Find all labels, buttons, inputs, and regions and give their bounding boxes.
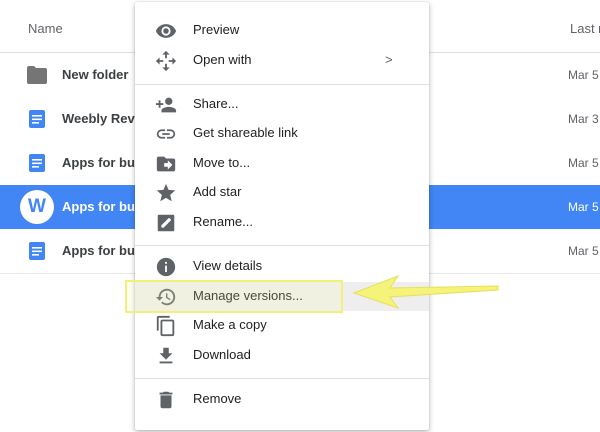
file-modified: Mar 3 (568, 112, 599, 126)
trash-icon (155, 389, 177, 411)
menu-item-label: Make a copy (193, 317, 267, 332)
menu-item-add-star[interactable]: Add star (135, 178, 429, 207)
folder-move-icon (155, 153, 177, 175)
link-icon (155, 123, 177, 145)
file-modified: Mar 5 (568, 200, 599, 214)
doc-icon (29, 154, 45, 177)
file-modified: Mar 5 (568, 156, 599, 170)
file-modified: Mar 5 (568, 68, 599, 82)
context-menu: Preview Open with > Share... Get shareab… (135, 2, 429, 430)
menu-item-label: Remove (193, 391, 242, 406)
menu-item-label: Download (193, 347, 251, 362)
move-arrows-icon (155, 50, 177, 72)
doc-icon (29, 110, 45, 133)
menu-item-label: Preview (193, 22, 240, 37)
edit-icon (155, 212, 177, 234)
menu-item-open-with[interactable]: Open with > (135, 46, 429, 75)
person-add-icon (155, 94, 177, 116)
menu-item-get-link[interactable]: Get shareable link (135, 119, 429, 148)
menu-item-label: Get shareable link (193, 125, 298, 140)
menu-item-download[interactable]: Download (135, 341, 429, 370)
menu-divider (135, 378, 429, 379)
file-name: Apps for busi (62, 243, 146, 258)
name-column-header[interactable]: Name (28, 21, 63, 36)
file-name: New folder (62, 67, 129, 82)
menu-divider (135, 245, 429, 246)
doc-icon (29, 242, 45, 265)
menu-item-make-copy[interactable]: Make a copy (135, 311, 429, 340)
menu-item-preview[interactable]: Preview (135, 16, 429, 45)
menu-item-move-to[interactable]: Move to... (135, 149, 429, 178)
menu-item-remove[interactable]: Remove (135, 385, 429, 414)
file-modified: Mar 5 (568, 244, 599, 258)
menu-item-rename[interactable]: Rename... (135, 208, 429, 237)
last-modified-column-header[interactable]: Last m (570, 21, 600, 36)
eye-icon (155, 20, 177, 42)
copy-icon (155, 315, 177, 337)
file-name: Apps for busi (62, 155, 146, 170)
menu-item-label: Rename... (193, 214, 253, 229)
info-icon (155, 256, 177, 278)
menu-item-label: Open with (193, 52, 252, 67)
menu-item-label: Add star (193, 184, 242, 199)
menu-item-label: Share... (193, 96, 239, 111)
folder-icon (27, 66, 47, 89)
chevron-right-icon: > (385, 52, 393, 67)
menu-divider (135, 84, 429, 85)
menu-item-label: Move to... (193, 155, 251, 170)
menu-item-share[interactable]: Share... (135, 90, 429, 119)
download-icon (155, 345, 177, 367)
highlight-box (125, 280, 343, 313)
file-name: Apps for busi (62, 199, 146, 214)
menu-item-label: View details (193, 258, 263, 273)
star-icon (155, 182, 177, 204)
weebly-icon: W (20, 190, 54, 224)
file-name: Weebly Revie (62, 111, 146, 126)
pointer-arrow-icon (352, 274, 499, 309)
